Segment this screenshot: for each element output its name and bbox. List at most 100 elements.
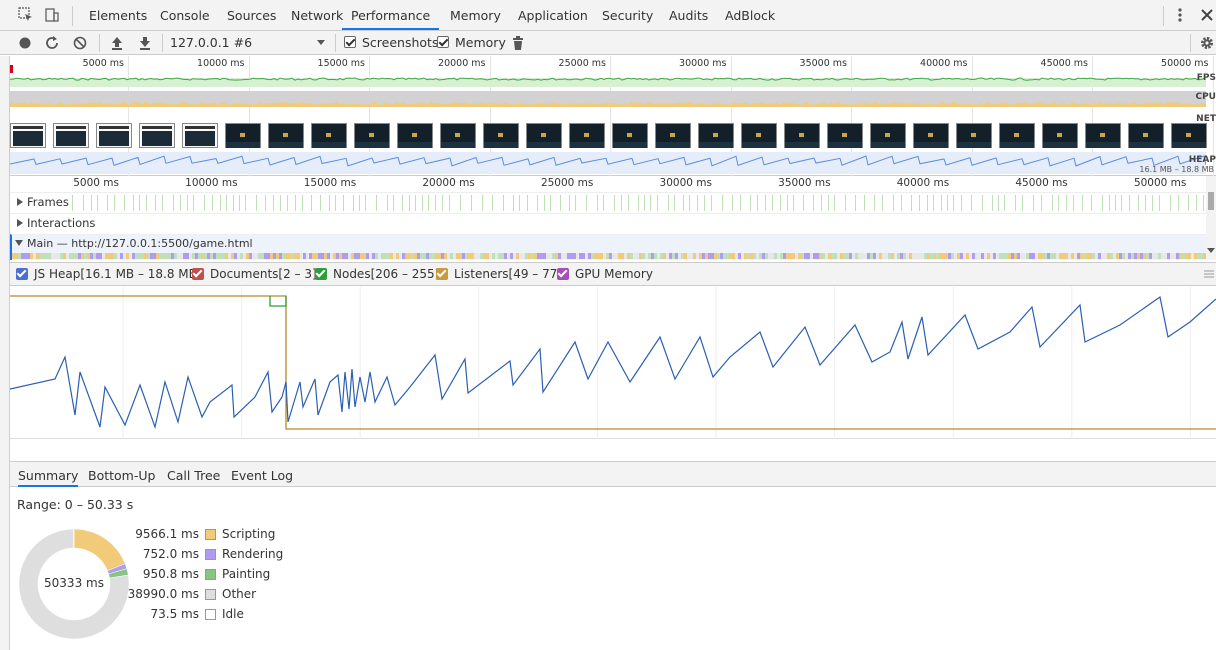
timeline-tick-label: 30000 ms xyxy=(659,177,712,189)
js-heap-counter[interactable]: JS Heap[16.1 MB – 18.8 MB] xyxy=(16,267,202,281)
screenshot-thumbnail[interactable] xyxy=(225,123,261,148)
heap-label: HEAP xyxy=(1188,155,1216,165)
tab-network[interactable]: Network xyxy=(291,8,343,30)
divider xyxy=(72,6,73,26)
inspect-element-icon[interactable] xyxy=(18,7,34,23)
reload-record-icon[interactable] xyxy=(44,35,60,51)
screenshot-thumbnail[interactable] xyxy=(397,123,433,148)
tab-performance[interactable]: Performance xyxy=(342,8,440,30)
divider xyxy=(1163,6,1164,26)
donut-slice-idle xyxy=(73,528,75,549)
devtools-tab-bar: Elements Console Sources Network Perform… xyxy=(0,0,1216,31)
trash-icon[interactable] xyxy=(510,35,526,51)
screenshot-thumbnail[interactable] xyxy=(182,123,218,148)
tab-application[interactable]: Application xyxy=(518,8,588,30)
screenshot-thumbnail[interactable] xyxy=(698,123,734,148)
screenshot-thumbnail[interactable] xyxy=(956,123,992,148)
screenshot-thumbnail[interactable] xyxy=(483,123,519,148)
listeners-counter[interactable]: Listeners[49 – 77] xyxy=(436,267,562,281)
more-options-icon[interactable] xyxy=(1172,7,1188,23)
screenshot-thumbnail[interactable] xyxy=(139,123,175,148)
screenshot-thumbnail[interactable] xyxy=(784,123,820,148)
tab-event-log[interactable]: Event Log xyxy=(231,468,293,483)
timeline-scrollbar[interactable] xyxy=(1206,176,1216,260)
screenshot-thumbnail[interactable] xyxy=(741,123,777,148)
chevron-down-icon[interactable] xyxy=(316,37,326,47)
tab-summary[interactable]: Summary xyxy=(18,468,79,487)
timeline-tick-label: 15000 ms xyxy=(303,177,357,189)
other-swatch xyxy=(205,589,216,600)
tab-bottom-up[interactable]: Bottom-Up xyxy=(88,468,155,483)
tab-call-tree[interactable]: Call Tree xyxy=(167,468,220,483)
scroll-down-icon[interactable] xyxy=(1207,246,1215,254)
load-profile-icon[interactable] xyxy=(109,35,125,51)
memory-label: Memory xyxy=(455,35,506,50)
documents-counter[interactable]: Documents[2 – 3] xyxy=(192,267,317,281)
screenshot-thumbnail[interactable] xyxy=(1085,123,1121,148)
frames-label: Frames xyxy=(27,195,69,209)
painting-value: 950.8 ms xyxy=(142,567,199,581)
tab-memory[interactable]: Memory xyxy=(450,8,501,30)
scripting-value: 9566.1 ms xyxy=(135,527,199,541)
gpu-memory-counter[interactable]: GPU Memory xyxy=(557,267,653,281)
record-icon[interactable] xyxy=(17,35,33,51)
device-toolbar-icon[interactable] xyxy=(44,7,60,23)
other-value: 38990.0 ms xyxy=(127,587,199,601)
interactions-track[interactable]: Interactions xyxy=(10,213,1206,233)
timeline-tick-label: 10000 ms xyxy=(185,177,238,189)
nodes-checkbox[interactable] xyxy=(315,268,327,280)
clear-icon[interactable] xyxy=(72,35,88,51)
screenshot-thumbnail[interactable] xyxy=(655,123,691,148)
tab-sources[interactable]: Sources xyxy=(227,8,276,30)
screenshot-thumbnail[interactable] xyxy=(870,123,906,148)
screenshot-thumbnail[interactable] xyxy=(96,123,132,148)
screenshot-thumbnail[interactable] xyxy=(999,123,1035,148)
screenshot-thumbnail[interactable] xyxy=(268,123,304,148)
gpu-memory-checkbox[interactable] xyxy=(557,268,569,280)
memory-checkbox[interactable] xyxy=(437,36,449,48)
timeline-overview[interactable]: 5000 ms 10000 ms 15000 ms 20000 ms 25000 ms 3… xyxy=(10,56,1216,176)
tab-console[interactable]: Console xyxy=(160,8,210,30)
overview-tick-label: 35000 ms xyxy=(799,58,847,69)
listeners-checkbox[interactable] xyxy=(436,268,448,280)
expand-triangle-icon[interactable] xyxy=(17,219,23,227)
screenshot-thumbnail[interactable] xyxy=(526,123,562,148)
tab-security[interactable]: Security xyxy=(602,8,653,30)
memory-counters-bar: JS Heap[16.1 MB – 18.8 MB] Documents[2 –… xyxy=(10,262,1216,286)
screenshot-thumbnail[interactable] xyxy=(1042,123,1078,148)
save-profile-icon[interactable] xyxy=(137,35,153,51)
js-heap-checkbox[interactable] xyxy=(16,268,28,280)
collapse-triangle-icon[interactable] xyxy=(15,240,23,246)
expand-triangle-icon[interactable] xyxy=(17,198,23,206)
screenshot-thumbnail[interactable] xyxy=(1128,123,1164,148)
nodes-counter[interactable]: Nodes[206 – 255] xyxy=(315,267,439,281)
screenshot-thumbnail[interactable] xyxy=(612,123,648,148)
memory-counters-chart xyxy=(9,287,1216,439)
frames-track[interactable]: Frames xyxy=(10,192,1206,212)
overview-tick-label: 30000 ms xyxy=(679,58,727,69)
timeline-tick-label: 35000 ms xyxy=(778,177,831,189)
overview-tick-label: 50000 ms xyxy=(1161,58,1209,69)
tab-audits[interactable]: Audits xyxy=(669,8,708,30)
screenshot-thumbnail[interactable] xyxy=(827,123,863,148)
screenshot-thumbnail[interactable] xyxy=(354,123,390,148)
gear-icon[interactable] xyxy=(1199,35,1215,51)
screenshot-thumbnail[interactable] xyxy=(1171,123,1207,148)
screenshot-thumbnail[interactable] xyxy=(440,123,476,148)
screenshot-thumbnail[interactable] xyxy=(569,123,605,148)
screenshot-filmstrip[interactable] xyxy=(10,123,1207,149)
main-thread-track[interactable]: Main — http://127.0.0.1:5500/game.html xyxy=(10,234,1206,260)
drag-handle-icon[interactable] xyxy=(1204,269,1214,279)
heap-range: 16.1 MB – 18.8 MB xyxy=(1139,165,1214,174)
screenshot-thumbnail[interactable] xyxy=(311,123,347,148)
screenshots-checkbox[interactable] xyxy=(344,36,356,48)
summary-panel: Range: 0 – 50.33 s 50333 ms 9566.1 ms Sc… xyxy=(10,488,1216,648)
profile-select[interactable]: 127.0.0.1 #6 xyxy=(170,35,252,50)
close-icon[interactable] xyxy=(1199,7,1215,23)
tab-adblock[interactable]: AdBlock xyxy=(725,8,775,30)
tab-elements[interactable]: Elements xyxy=(89,8,147,30)
screenshot-thumbnail[interactable] xyxy=(53,123,89,148)
documents-checkbox[interactable] xyxy=(192,268,204,280)
screenshot-thumbnail[interactable] xyxy=(913,123,949,148)
screenshot-thumbnail[interactable] xyxy=(10,123,46,148)
